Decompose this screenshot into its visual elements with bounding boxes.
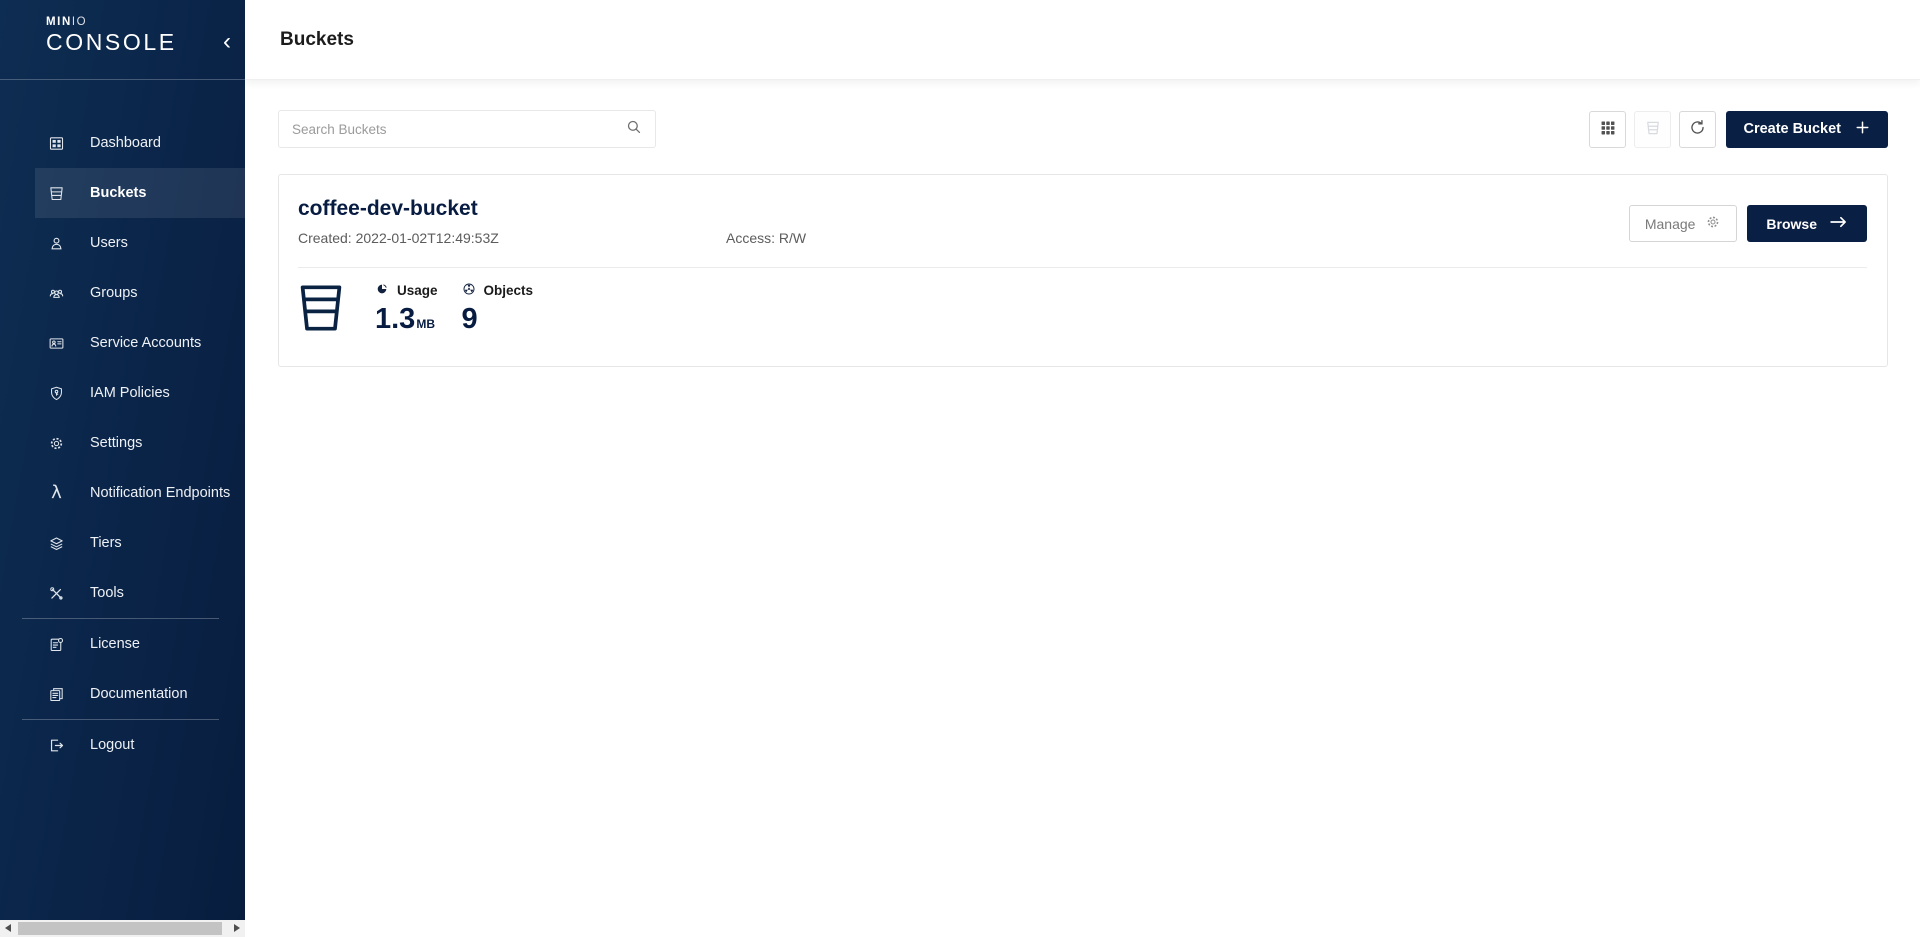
- sidebar-item-logout[interactable]: Logout: [35, 720, 245, 770]
- usage-metric: Usage 1.3MB: [375, 282, 438, 336]
- buckets-toolbar: Create Bucket: [278, 110, 1888, 148]
- sidebar-item-documentation[interactable]: Documentation: [35, 669, 245, 719]
- manage-gear-icon: [1705, 214, 1721, 233]
- grid-view-button[interactable]: [1589, 111, 1626, 148]
- collapse-sidebar-button[interactable]: ‹: [223, 30, 231, 54]
- objects-icon: [462, 282, 476, 299]
- objects-metric: Objects 9: [462, 282, 534, 336]
- manage-button[interactable]: Manage: [1629, 205, 1738, 242]
- bucket-card-header: coffee-dev-bucket Created: 2022-01-02T12…: [279, 175, 1887, 246]
- logout-icon: [48, 736, 65, 755]
- sidebar-item-tiers[interactable]: Tiers: [35, 518, 245, 568]
- settings-gear-icon: [48, 434, 65, 453]
- users-icon: [48, 234, 65, 253]
- sidebar: MINIO CONSOLE ‹ Dashboard Buckets: [0, 0, 245, 937]
- arrow-right-icon: [1829, 215, 1848, 232]
- page-title: Buckets: [280, 29, 354, 51]
- bucket-created: Created: 2022-01-02T12:49:53Z: [298, 230, 726, 246]
- content: Create Bucket coffee-dev-bucket Created:…: [245, 80, 1920, 367]
- sidebar-item-iam-policies[interactable]: IAM Policies: [35, 368, 245, 418]
- sidebar-item-notification-endpoints[interactable]: λ Notification Endpoints: [35, 468, 245, 518]
- scrollbar-thumb[interactable]: [18, 922, 222, 935]
- bucket-icon: [298, 282, 344, 339]
- create-bucket-button[interactable]: Create Bucket: [1726, 111, 1888, 148]
- plus-icon: [1854, 119, 1871, 140]
- objects-label: Objects: [462, 282, 534, 299]
- sidebar-horizontal-scrollbar[interactable]: [0, 920, 245, 937]
- iam-policies-icon: [48, 384, 65, 403]
- bucket-card-actions: Manage Browse: [1629, 197, 1867, 246]
- refresh-icon: [1688, 118, 1707, 140]
- minio-logo-text: MINIO: [46, 16, 245, 28]
- tools-icon: [48, 584, 65, 603]
- sidebar-item-users[interactable]: Users: [35, 218, 245, 268]
- bucket-meta: Created: 2022-01-02T12:49:53Z Access: R/…: [298, 230, 806, 246]
- sidebar-item-settings[interactable]: Settings: [35, 418, 245, 468]
- usage-pie-icon: [375, 282, 389, 299]
- bucket-card-titles: coffee-dev-bucket Created: 2022-01-02T12…: [298, 197, 806, 246]
- objects-value: 9: [462, 304, 534, 336]
- sidebar-item-dashboard[interactable]: Dashboard: [35, 118, 245, 168]
- list-view-button[interactable]: [1634, 111, 1671, 148]
- refresh-button[interactable]: [1679, 111, 1716, 148]
- bucket-card: coffee-dev-bucket Created: 2022-01-02T12…: [278, 174, 1888, 367]
- bucket-name[interactable]: coffee-dev-bucket: [298, 197, 806, 221]
- tiers-layers-icon: [48, 534, 65, 553]
- documentation-icon: [48, 685, 65, 704]
- usage-value: 1.3MB: [375, 304, 438, 336]
- toolbar-actions: Create Bucket: [1589, 111, 1888, 148]
- scrollbar-left-arrow-icon[interactable]: [5, 924, 11, 932]
- service-accounts-icon: [48, 334, 65, 353]
- browse-button[interactable]: Browse: [1747, 205, 1867, 242]
- search-icon: [625, 118, 643, 141]
- bucket-access: Access: R/W: [726, 230, 806, 246]
- console-logo-text: CONSOLE: [46, 29, 245, 56]
- sidebar-item-license[interactable]: License: [35, 619, 245, 669]
- sidebar-item-tools[interactable]: Tools: [35, 568, 245, 618]
- dashboard-icon: [48, 134, 65, 153]
- page-header: Buckets: [245, 0, 1920, 80]
- buckets-icon: [48, 184, 65, 203]
- bucket-list-view-icon: [1644, 119, 1662, 140]
- search-buckets-input[interactable]: [292, 122, 625, 137]
- main-area: Buckets: [245, 0, 1920, 937]
- groups-icon: [48, 284, 65, 303]
- grid-view-icon: [1599, 119, 1617, 140]
- search-input-wrapper: [278, 110, 656, 148]
- lambda-icon: λ: [48, 484, 65, 503]
- logo: MINIO CONSOLE ‹: [0, 0, 245, 80]
- sidebar-item-buckets[interactable]: Buckets: [35, 168, 245, 218]
- sidebar-item-service-accounts[interactable]: Service Accounts: [35, 318, 245, 368]
- sidebar-item-groups[interactable]: Groups: [35, 268, 245, 318]
- license-icon: [48, 635, 65, 654]
- bucket-card-body: Usage 1.3MB Objects 9: [279, 268, 1887, 366]
- usage-label: Usage: [375, 282, 438, 299]
- sidebar-nav: Dashboard Buckets Users Groups: [0, 118, 245, 920]
- scrollbar-right-arrow-icon[interactable]: [234, 924, 240, 932]
- minio-console-app: MINIO CONSOLE ‹ Dashboard Buckets: [0, 0, 1920, 937]
